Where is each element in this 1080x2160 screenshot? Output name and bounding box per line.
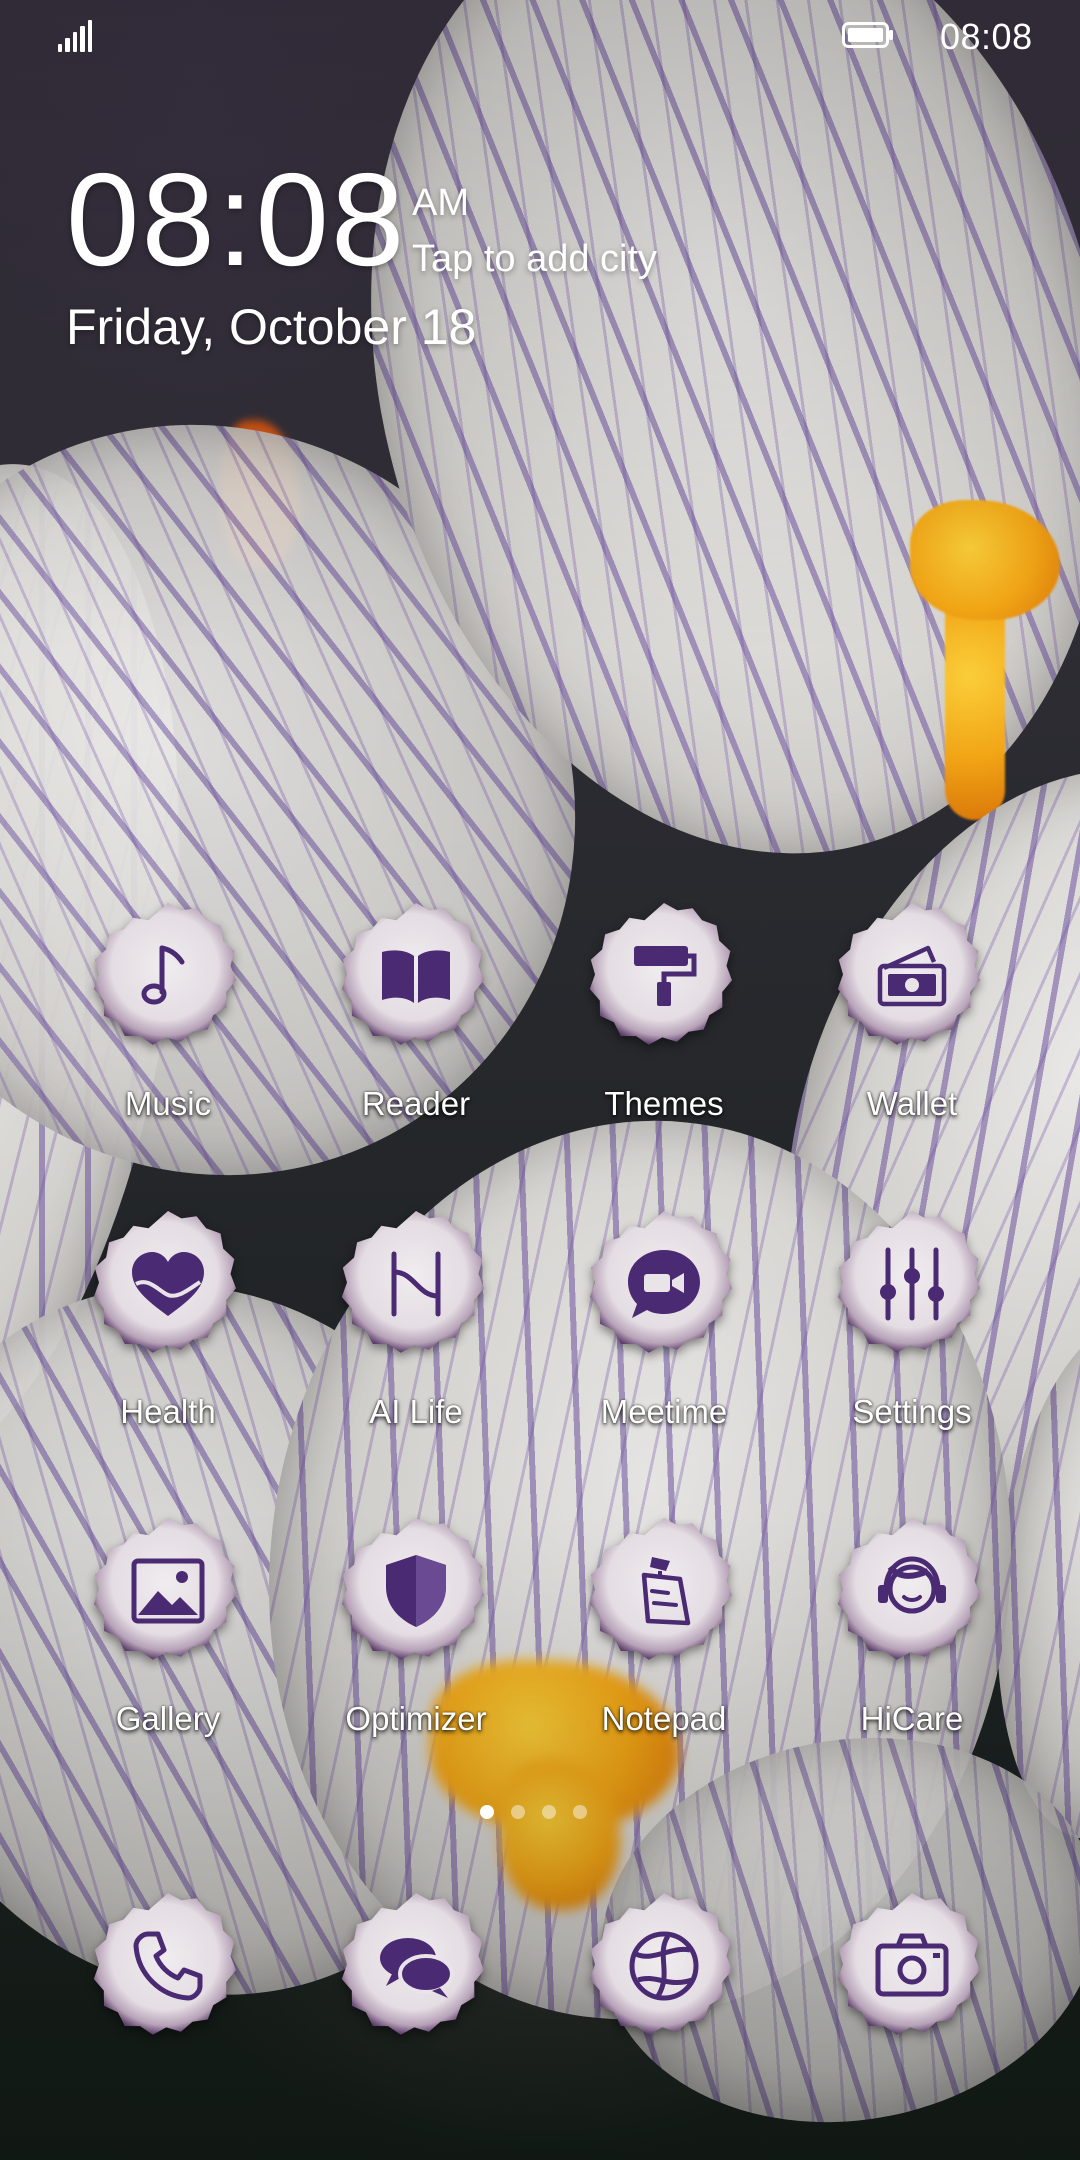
- app-icon-badge: [333, 1508, 499, 1674]
- app-icon-badge: [333, 1883, 499, 2049]
- app-icon-badge: [581, 893, 747, 1059]
- app-icon-badge: [85, 1883, 251, 2049]
- globe-icon: [629, 1931, 699, 2001]
- clock-time: 08:08: [66, 146, 407, 293]
- status-bar: 08:08: [0, 0, 1080, 72]
- notepad-icon: [641, 1557, 691, 1626]
- chat-bubbles-icon: [380, 1938, 454, 1998]
- app-icon-badge: [581, 1883, 747, 2049]
- app-themes[interactable]: Themes: [541, 893, 781, 1153]
- app-icon-badge: [581, 1508, 747, 1674]
- picture-icon: [131, 1558, 205, 1624]
- dock-browser[interactable]: [541, 1883, 781, 2143]
- add-city-link[interactable]: Tap to add city: [412, 238, 657, 281]
- page-dot-current[interactable]: [480, 1805, 494, 1819]
- app-optimizer[interactable]: Optimizer: [293, 1508, 533, 1768]
- page-dot[interactable]: [511, 1805, 525, 1819]
- app-icon-badge: [333, 1201, 499, 1367]
- app-label: HiCare: [860, 1700, 964, 1737]
- app-notepad[interactable]: Notepad: [541, 1508, 781, 1768]
- app-label: Health: [120, 1393, 216, 1430]
- app-label: AI Life: [369, 1393, 463, 1430]
- app-hicare[interactable]: HiCare: [789, 1508, 1029, 1768]
- app-label: Wallet: [866, 1085, 958, 1122]
- heart-icon: [132, 1252, 204, 1316]
- signal-icon: [58, 20, 93, 52]
- app-icon-badge: [333, 893, 499, 1059]
- app-icon-badge: [829, 1883, 995, 2049]
- app-label: Gallery: [115, 1700, 221, 1737]
- shield-icon: [386, 1555, 446, 1627]
- clock-date: Friday, October 18: [66, 299, 477, 355]
- app-icon-badge: [829, 893, 995, 1059]
- app-music[interactable]: Music: [45, 893, 285, 1153]
- ai-life-icon: [391, 1251, 441, 1317]
- app-label: Notepad: [601, 1700, 727, 1737]
- app-icon-badge: [581, 1201, 747, 1367]
- app-label: Meetime: [600, 1393, 728, 1430]
- music-note-icon: [141, 945, 185, 1005]
- app-ai-life[interactable]: AI Life: [293, 1201, 533, 1461]
- dock-phone[interactable]: [45, 1883, 285, 2143]
- page-dot[interactable]: [573, 1805, 587, 1819]
- paint-roller-icon: [634, 946, 697, 1006]
- app-label: Reader: [361, 1085, 471, 1122]
- status-time: 08:08: [940, 16, 1033, 57]
- phone-icon: [133, 1931, 203, 2001]
- app-wallet[interactable]: Wallet: [789, 893, 1029, 1153]
- dock-messages[interactable]: [293, 1883, 533, 2143]
- page-indicator[interactable]: [480, 1804, 600, 1820]
- app-icon-badge: [85, 1201, 251, 1367]
- clock-widget[interactable]: 08:08 AM Tap to add city Friday, October…: [62, 150, 822, 380]
- sliders-icon: [880, 1247, 944, 1321]
- headset-icon: [878, 1556, 946, 1614]
- clock-ampm: AM: [412, 182, 469, 224]
- video-call-icon: [628, 1250, 700, 1318]
- app-settings[interactable]: Settings: [789, 1201, 1029, 1461]
- battery-icon: [842, 22, 893, 48]
- app-health[interactable]: Health: [45, 1201, 285, 1461]
- app-meetime[interactable]: Meetime: [541, 1201, 781, 1461]
- app-label: Optimizer: [345, 1700, 487, 1737]
- app-icon-badge: [85, 893, 251, 1059]
- camera-icon: [875, 1933, 949, 1997]
- page-dot[interactable]: [542, 1805, 556, 1819]
- app-icon-badge: [85, 1508, 251, 1674]
- open-book-icon: [382, 950, 450, 1003]
- app-icon-badge: [829, 1201, 995, 1367]
- app-icon-badge: [829, 1508, 995, 1674]
- app-gallery[interactable]: Gallery: [45, 1508, 285, 1768]
- dock-camera[interactable]: [789, 1883, 1029, 2143]
- app-label: Themes: [604, 1085, 724, 1122]
- app-label: Settings: [852, 1393, 972, 1430]
- app-label: Music: [124, 1085, 212, 1122]
- app-reader[interactable]: Reader: [293, 893, 533, 1153]
- wallet-icon: [877, 945, 947, 1007]
